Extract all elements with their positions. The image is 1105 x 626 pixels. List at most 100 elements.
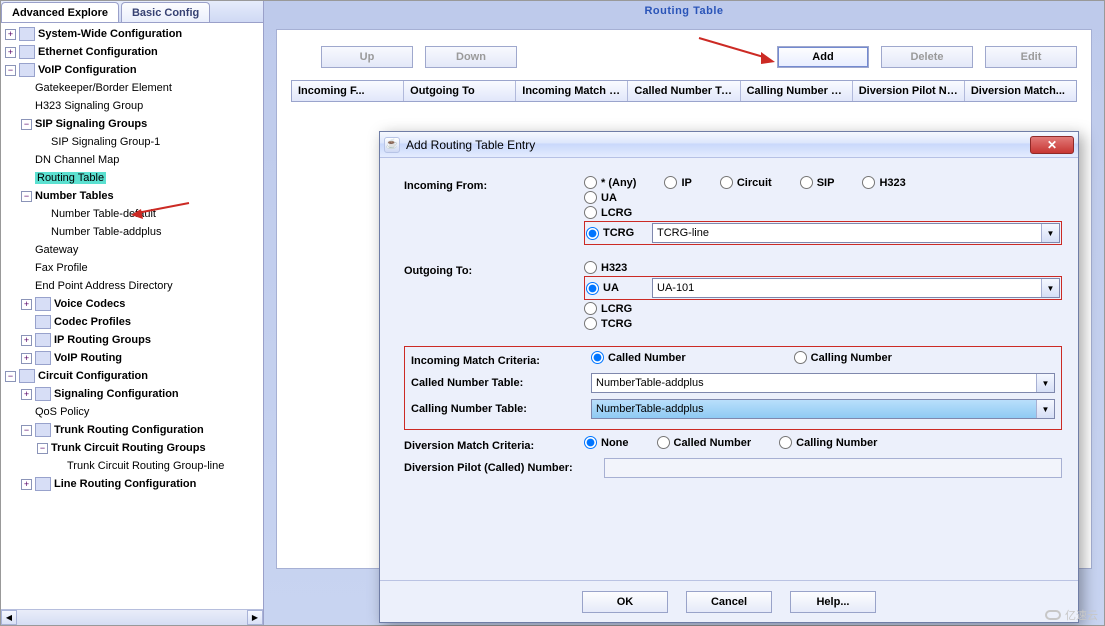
cancel-button[interactable]: Cancel [686, 591, 772, 613]
chevron-down-icon[interactable]: ▼ [1041, 279, 1059, 297]
col-called-table[interactable]: Called Number Ta... [628, 81, 740, 101]
col-calling-table[interactable]: Calling Number Ta... [741, 81, 853, 101]
chevron-down-icon[interactable]: ▼ [1036, 400, 1054, 418]
radio-any[interactable]: * (Any) [584, 176, 636, 189]
tree-qos[interactable]: QoS Policy [35, 406, 89, 418]
radio-div-called[interactable]: Called Number [657, 436, 752, 449]
calling-table-select[interactable]: ▼ [591, 399, 1055, 419]
collapse-icon[interactable]: − [37, 443, 48, 454]
dialog-body: Incoming From: * (Any) IP Circuit SIP H3… [380, 158, 1078, 580]
radio-out-h323[interactable]: H323 [584, 261, 1062, 274]
tree-spacer [37, 227, 48, 238]
radio-ua[interactable]: UA [584, 191, 1062, 204]
radio-circuit[interactable]: Circuit [720, 176, 772, 189]
tab-advanced-explore[interactable]: Advanced Explore [1, 2, 119, 22]
down-button[interactable]: Down [425, 46, 517, 68]
tree-gateway[interactable]: Gateway [35, 244, 78, 256]
tree-scroll[interactable]: + System-Wide Configuration + Ethernet Con… [1, 23, 263, 609]
radio-sip[interactable]: SIP [800, 176, 835, 189]
folder-icon [19, 369, 35, 383]
tree-sipgroups[interactable]: SIP Signaling Groups [35, 118, 147, 130]
left-navigation-pane: Advanced Explore Basic Config + System-Wi… [1, 1, 264, 625]
col-incoming-from[interactable]: Incoming F... [292, 81, 404, 101]
tree-fax[interactable]: Fax Profile [35, 262, 88, 274]
radio-tcrg[interactable]: TCRG [586, 227, 642, 240]
tree-spacer [37, 209, 48, 220]
radio-calling-number[interactable]: Calling Number [794, 351, 892, 364]
scroll-track[interactable] [17, 610, 247, 625]
tree-linerouting[interactable]: Line Routing Configuration [54, 478, 196, 490]
up-button[interactable]: Up [321, 46, 413, 68]
ua-select[interactable]: ▼ [652, 278, 1060, 298]
scroll-right-icon[interactable]: ▶ [247, 610, 263, 625]
tree-codecprofiles[interactable]: Codec Profiles [54, 316, 131, 328]
tree-trunkcircuit[interactable]: Trunk Circuit Routing Groups [51, 442, 206, 454]
radio-ip[interactable]: IP [664, 176, 691, 189]
radio-called-number[interactable]: Called Number [591, 351, 686, 364]
dialog-title: Add Routing Table Entry [406, 138, 535, 152]
tree-signaling[interactable]: Signaling Configuration [54, 388, 179, 400]
col-incoming-match[interactable]: Incoming Match C... [516, 81, 628, 101]
radio-lcrg[interactable]: LCRG [584, 206, 1062, 219]
called-table-value[interactable] [592, 374, 1036, 392]
routing-table-headers: Incoming F... Outgoing To Incoming Match… [291, 80, 1077, 102]
collapse-icon[interactable]: − [21, 191, 32, 202]
tree-voip[interactable]: VoIP Configuration [38, 64, 137, 76]
expand-icon[interactable]: + [5, 29, 16, 40]
chevron-down-icon[interactable]: ▼ [1036, 374, 1054, 392]
tree-voiprouting[interactable]: VoIP Routing [54, 352, 122, 364]
collapse-icon[interactable]: − [5, 65, 16, 76]
radio-out-tcrg[interactable]: TCRG [584, 317, 1062, 330]
radio-div-none[interactable]: None [584, 436, 629, 449]
radio-div-calling[interactable]: Calling Number [779, 436, 877, 449]
tcrg-value[interactable] [653, 224, 1041, 242]
expand-icon[interactable]: + [21, 299, 32, 310]
called-table-select[interactable]: ▼ [591, 373, 1055, 393]
add-button[interactable]: Add [777, 46, 869, 68]
tree-iprouting[interactable]: IP Routing Groups [54, 334, 151, 346]
tree-nt-addplus[interactable]: Number Table-addplus [51, 226, 161, 238]
col-diversion-pilot[interactable]: Diversion Pilot Nu... [853, 81, 965, 101]
tree-numbertables[interactable]: Number Tables [35, 190, 114, 202]
tree-dnchannel[interactable]: DN Channel Map [35, 154, 119, 166]
tree-trunkcircuit-line[interactable]: Trunk Circuit Routing Group-line [67, 460, 224, 472]
delete-button[interactable]: Delete [881, 46, 973, 68]
radio-h323[interactable]: H323 [862, 176, 905, 189]
tree-sipgroup1[interactable]: SIP Signaling Group-1 [51, 136, 160, 148]
tree-routing-table[interactable]: Routing Table [35, 172, 106, 184]
tree-h323sig[interactable]: H323 Signaling Group [35, 100, 143, 112]
folder-icon [19, 27, 35, 41]
ua-value[interactable] [653, 279, 1041, 297]
tcrg-select[interactable]: ▼ [652, 223, 1060, 243]
edit-button[interactable]: Edit [985, 46, 1077, 68]
tree-circuit[interactable]: Circuit Configuration [38, 370, 148, 382]
help-button[interactable]: Help... [790, 591, 876, 613]
chevron-down-icon[interactable]: ▼ [1041, 224, 1059, 242]
tree-endpoint[interactable]: End Point Address Directory [35, 280, 173, 292]
collapse-icon[interactable]: − [21, 425, 32, 436]
expand-icon[interactable]: + [21, 335, 32, 346]
close-button[interactable]: ✕ [1030, 136, 1074, 154]
tree-trunkrouting[interactable]: Trunk Routing Configuration [54, 424, 204, 436]
dialog-titlebar[interactable]: ☕ Add Routing Table Entry ✕ [380, 132, 1078, 158]
tree-gatekeeper[interactable]: Gatekeeper/Border Element [35, 82, 172, 94]
expand-icon[interactable]: + [21, 479, 32, 490]
ok-button[interactable]: OK [582, 591, 668, 613]
tree-ethernet[interactable]: Ethernet Configuration [38, 46, 158, 58]
tree-h-scrollbar[interactable]: ◀ ▶ [1, 609, 263, 625]
col-diversion-match[interactable]: Diversion Match... [965, 81, 1076, 101]
radio-out-ua[interactable]: UA [586, 282, 642, 295]
collapse-icon[interactable]: − [21, 119, 32, 130]
collapse-icon[interactable]: − [5, 371, 16, 382]
calling-table-value[interactable] [592, 400, 1036, 418]
expand-icon[interactable]: + [21, 389, 32, 400]
expand-icon[interactable]: + [21, 353, 32, 364]
scroll-left-icon[interactable]: ◀ [1, 610, 17, 625]
tree-nt-default[interactable]: Number Table-default [51, 208, 156, 220]
expand-icon[interactable]: + [5, 47, 16, 58]
tab-basic-config[interactable]: Basic Config [121, 2, 210, 22]
radio-out-lcrg[interactable]: LCRG [584, 302, 1062, 315]
col-outgoing-to[interactable]: Outgoing To [404, 81, 516, 101]
tree-system-wide[interactable]: System-Wide Configuration [38, 28, 182, 40]
tree-voicecodecs[interactable]: Voice Codecs [54, 298, 125, 310]
